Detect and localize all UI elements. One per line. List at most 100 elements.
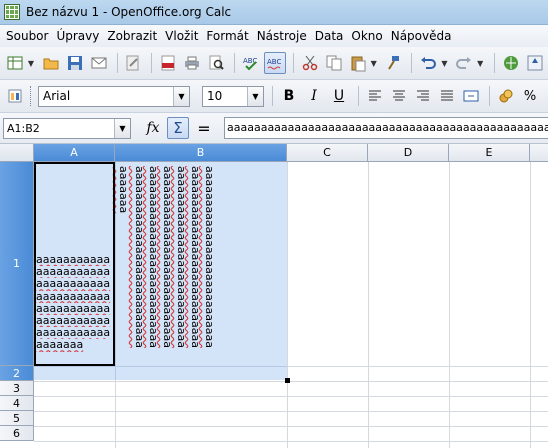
percent-button[interactable]: %	[519, 85, 541, 107]
function-wizard-button[interactable]: fx	[141, 117, 165, 139]
cell-b1-column-text: aaaaaaaaaaaaaaaaaaaaaaaaaaa	[175, 166, 188, 348]
row-header-3[interactable]: 3	[0, 381, 34, 396]
export-pdf-icon[interactable]	[157, 52, 179, 74]
row-header-2[interactable]: 2	[0, 366, 34, 381]
menu-soubor[interactable]: Soubor	[2, 29, 52, 43]
font-size-value: 10	[207, 89, 223, 103]
spellcheck-icon[interactable]: ABC	[240, 52, 262, 74]
toolbar-separator	[151, 53, 153, 73]
column-header-d[interactable]: D	[368, 144, 449, 162]
formula-bar: A1:B2 ▼ fx Σ = aaaaaaaaaaaaaaaaaaaaaaaaa…	[0, 113, 548, 144]
grid-line	[34, 381, 548, 382]
row-header-6[interactable]: 6	[0, 426, 34, 441]
grid-line	[368, 162, 369, 448]
menu-bar: Soubor Úpravy Zobrazit Vložit Formát Nás…	[0, 25, 548, 47]
row-header-5[interactable]: 5	[0, 411, 34, 426]
column-header-e[interactable]: E	[449, 144, 530, 162]
toolbar-separator	[272, 86, 273, 106]
grid-line	[34, 411, 548, 412]
menu-data[interactable]: Data	[311, 29, 348, 43]
name-box-value: A1:B2	[7, 121, 40, 135]
currency-icon[interactable]	[495, 85, 517, 107]
copy-icon[interactable]	[323, 52, 345, 74]
autospell-icon[interactable]: ABC	[263, 52, 286, 74]
justify-icon[interactable]	[436, 85, 458, 107]
formatting-toolbar: Arial ▼ 10 ▼ B I U %	[0, 80, 548, 113]
merge-cells-icon[interactable]	[460, 85, 482, 107]
toolbar-separator	[292, 53, 294, 73]
hyperlink-icon[interactable]	[500, 52, 522, 74]
cut-icon[interactable]	[299, 52, 321, 74]
column-header-a[interactable]: A	[34, 144, 115, 162]
cell-b1-column-text: aaaaaaa	[117, 166, 130, 214]
row-header-1[interactable]: 1	[0, 162, 34, 366]
toolbar-separator	[411, 53, 413, 73]
menu-vlozit[interactable]: Vložit	[161, 29, 202, 43]
toolbar-grip	[30, 86, 33, 106]
redo-icon[interactable]	[453, 52, 475, 74]
svg-text:ABC: ABC	[267, 58, 281, 66]
grid-line	[34, 441, 548, 442]
cell-b1-column-text: aaaaaaaaaaaaaaaaaaaaaaaaaaa	[133, 166, 146, 348]
email-icon[interactable]	[88, 52, 110, 74]
format-paintbrush-icon[interactable]	[383, 52, 405, 74]
sum-button[interactable]: Σ	[167, 117, 189, 139]
active-cell-cursor[interactable]	[34, 162, 115, 366]
fill-handle[interactable]	[285, 378, 290, 383]
font-name-value: Arial	[43, 89, 71, 103]
toolbar-separator	[358, 86, 359, 106]
align-right-icon[interactable]	[412, 85, 434, 107]
formula-input[interactable]: aaaaaaaaaaaaaaaaaaaaaaaaaaaaaaaaaaaaaaaa…	[224, 117, 548, 139]
grid-line	[34, 396, 548, 397]
italic-button[interactable]: I	[303, 85, 325, 107]
menu-format[interactable]: Formát	[202, 29, 252, 43]
align-center-icon[interactable]	[388, 85, 410, 107]
navigator-icon[interactable]	[524, 52, 546, 74]
chevron-down-icon[interactable]: ▼	[173, 86, 189, 106]
function-button[interactable]: =	[193, 117, 215, 139]
page-preview-icon[interactable]	[205, 52, 227, 74]
new-dropdown-icon[interactable]: ▼	[28, 59, 36, 68]
window-title: Bez názvu 1 - OpenOffice.org Calc	[26, 5, 232, 19]
menu-napoveda[interactable]: Nápověda	[387, 29, 456, 43]
menu-okno[interactable]: Okno	[347, 29, 386, 43]
redo-dropdown-icon[interactable]: ▼	[477, 59, 485, 68]
chevron-down-icon[interactable]: ▼	[247, 86, 263, 106]
toolbar-separator	[116, 53, 118, 73]
title-bar: Bez názvu 1 - OpenOffice.org Calc	[0, 0, 548, 25]
undo-icon[interactable]	[417, 52, 439, 74]
standard-toolbar: ▼ ABC ABC ▼ ▼ ▼	[0, 47, 548, 80]
open-icon[interactable]	[40, 52, 62, 74]
grid-line	[287, 162, 288, 448]
paste-dropdown-icon[interactable]: ▼	[371, 59, 379, 68]
undo-dropdown-icon[interactable]: ▼	[441, 59, 449, 68]
new-icon[interactable]	[4, 52, 26, 74]
grid-line	[449, 162, 450, 448]
bold-button[interactable]: B	[278, 85, 300, 107]
paste-icon[interactable]	[347, 52, 369, 74]
styles-icon[interactable]	[4, 85, 26, 107]
cell-b1-column-text: aaaaaaaaaaaaaaaaaaaaaaaaaaa	[161, 166, 174, 348]
toolbar-separator	[489, 86, 490, 106]
calc-app-icon	[4, 4, 20, 20]
edit-file-icon[interactable]	[123, 52, 145, 74]
underline-button[interactable]: U	[328, 85, 350, 107]
menu-nastroje[interactable]: Nástroje	[253, 29, 311, 43]
cell-b1-column-text: aaaaaaaaaaaaaaaaaaaaaaaaaaa	[147, 166, 160, 348]
font-name-select[interactable]: Arial ▼	[38, 85, 190, 107]
align-left-icon[interactable]	[364, 85, 386, 107]
column-header-f[interactable]	[530, 144, 548, 162]
name-box[interactable]: A1:B2 ▼	[3, 117, 131, 139]
font-size-select[interactable]: 10 ▼	[202, 85, 264, 107]
menu-zobrazit[interactable]: Zobrazit	[103, 29, 161, 43]
print-icon[interactable]	[181, 52, 203, 74]
row-header-4[interactable]: 4	[0, 396, 34, 411]
grid-line	[34, 426, 548, 427]
column-header-b[interactable]: B	[115, 144, 287, 162]
spreadsheet-grid[interactable]: A B C D E 1 2 3 4 5 6 aaaaaaaaaaa aaaaaa…	[0, 144, 548, 448]
chevron-down-icon[interactable]: ▼	[114, 118, 130, 138]
select-all-corner[interactable]	[0, 144, 34, 162]
menu-upravy[interactable]: Úpravy	[52, 29, 103, 43]
column-header-c[interactable]: C	[287, 144, 368, 162]
save-icon[interactable]	[64, 52, 86, 74]
